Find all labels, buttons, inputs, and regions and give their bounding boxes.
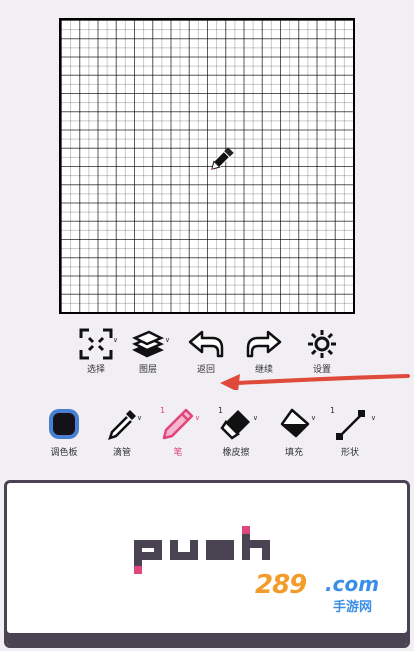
shape-label: 形状: [340, 448, 359, 458]
select-tool-label: 选择: [86, 365, 105, 375]
pen-label: 笔: [173, 448, 183, 458]
chevron-down-icon: ∨: [136, 414, 142, 422]
palette-swatch-icon: [49, 409, 79, 439]
layers-button[interactable]: ∨ 图层: [118, 322, 178, 382]
chevron-down-icon: ∨: [370, 414, 376, 422]
shape-button[interactable]: 1 ∨ 形状: [320, 402, 380, 464]
eraser-label: 橡皮擦: [222, 448, 250, 458]
eyedropper-button[interactable]: ∨ 滴管: [92, 402, 152, 464]
layers-icon: [132, 330, 164, 358]
paint-bucket-icon: [280, 408, 310, 438]
chevron-down-icon: ∨: [252, 414, 258, 422]
drawing-canvas[interactable]: [59, 18, 355, 314]
annotation-arrow-icon: [220, 374, 410, 390]
select-frame-icon: [79, 328, 113, 360]
watermark-number: 289: [255, 570, 307, 600]
eraser-button[interactable]: 1 ∨ 橡皮擦: [206, 402, 266, 464]
layers-label: 图层: [138, 365, 157, 375]
pen-cursor-icon: [211, 147, 234, 170]
gear-icon: [308, 330, 336, 358]
chevron-down-icon: ∨: [310, 414, 316, 422]
line-shape-icon: [336, 410, 365, 440]
shape-size: 1: [330, 406, 336, 415]
drawing-tools-toolbar: 调色板 ∨ 滴管 1 ∨ 笔 1 ∨ 橡皮擦 ∨ 填充 1 ∨ 形状: [0, 402, 414, 464]
palette-button[interactable]: 调色板: [34, 402, 94, 464]
fill-label: 填充: [284, 448, 303, 458]
select-tool-button[interactable]: ∨ 选择: [66, 322, 126, 382]
undo-arrow-icon: [188, 330, 224, 358]
pen-size: 1: [160, 406, 166, 415]
chevron-down-icon: ∨: [194, 414, 200, 422]
pen-tool-button[interactable]: 1 ∨ 笔: [148, 402, 208, 464]
palette-label: 调色板: [50, 448, 78, 458]
eyedropper-label: 滴管: [112, 448, 131, 458]
eyedropper-icon: [108, 410, 136, 440]
eraser-size: 1: [218, 406, 224, 415]
redo-arrow-icon: [246, 330, 282, 358]
watermark-site-name: 手游网: [333, 600, 373, 615]
chevron-down-icon: ∨: [164, 336, 170, 344]
watermark-domain: .com: [325, 572, 380, 596]
fill-button[interactable]: ∨ 填充: [264, 402, 324, 464]
site-watermark: 289 .com 手游网: [255, 566, 405, 616]
